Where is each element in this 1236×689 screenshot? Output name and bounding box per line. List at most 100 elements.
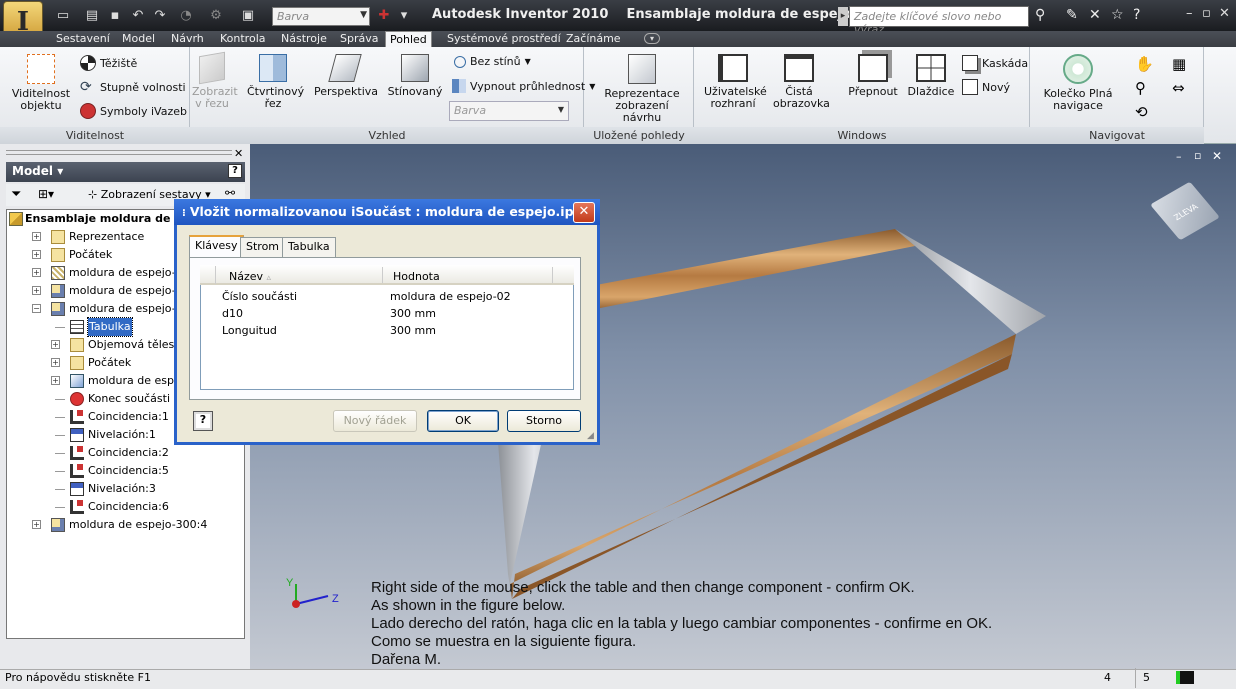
center-of-gravity-icon (80, 55, 96, 71)
perspective-button[interactable]: Perspektiva (314, 54, 378, 98)
new-row-button[interactable]: Nový řádek (333, 410, 417, 432)
viewport-restore-icon[interactable]: ▫ (1194, 149, 1201, 162)
minimize-icon[interactable]: – (1186, 6, 1193, 21)
key-value-cell[interactable]: 300 mm (390, 324, 436, 337)
object-visibility-button[interactable]: Viditelnost objektu (10, 54, 72, 112)
tab-nastroje[interactable]: Nástroje (277, 31, 331, 47)
save-icon[interactable]: ▪ (107, 8, 123, 24)
tab-systemove-prostredi[interactable]: Systémové prostředí (443, 31, 565, 47)
dialog-tab-keys[interactable]: Klávesy (189, 235, 244, 258)
expand-toggle-icon[interactable]: + (51, 340, 60, 349)
ok-button[interactable]: OK (427, 410, 499, 432)
filter-icon[interactable]: ⏷ (11, 187, 21, 202)
new-window-button[interactable]: Nový (962, 79, 1010, 95)
new-file-icon[interactable]: ▭ (55, 8, 71, 24)
key-value-cell[interactable]: moldura de espejo-02 (390, 290, 511, 303)
key-value-cell[interactable]: 300 mm (390, 307, 436, 320)
close-icon[interactable]: ✕ (1219, 6, 1230, 21)
resize-grip[interactable]: ◢ (587, 431, 594, 441)
pan-icon[interactable]: ✋ (1135, 55, 1154, 73)
wrench-icon[interactable]: ✎ (1066, 7, 1078, 23)
browser-close-icon[interactable]: ✕ (234, 147, 243, 160)
user-interface-button[interactable]: Uživatelské rozhraní (700, 54, 767, 110)
tree-item-label: Coincidencia:5 (88, 464, 169, 477)
isymbols-button[interactable]: Symboly iVazeb (80, 103, 187, 119)
expand-toggle-icon[interactable]: + (51, 358, 60, 367)
tab-sestaveni[interactable]: Sestavení (52, 31, 114, 47)
undo-icon[interactable]: ↶ (130, 8, 146, 24)
orbit-icon[interactable]: ⟲ (1135, 103, 1148, 121)
tab-kontrola[interactable]: Kontrola (216, 31, 270, 47)
shaded-button[interactable]: Stínovaný (387, 54, 443, 98)
qa-dropdown-icon[interactable]: ▾ (396, 8, 412, 24)
end-icon (70, 392, 84, 406)
no-shadows-button[interactable]: Bez stínů ▼ (454, 55, 531, 68)
appearance-color-combo[interactable]: Barva ▼ (449, 101, 569, 121)
key-name-cell[interactable]: Číslo součásti (222, 290, 297, 303)
search-expand-icon[interactable]: ▸ (838, 7, 848, 26)
tab-zaciname[interactable]: Začínáme (562, 31, 625, 47)
tab-sprava[interactable]: Správa (336, 31, 382, 47)
find-icon[interactable]: ⚯ (225, 186, 235, 200)
column-header-value[interactable]: Hodnota (393, 270, 440, 283)
degrees-of-freedom-button[interactable]: ⟳ Stupně volnosti (80, 79, 186, 95)
panel-grip[interactable] (6, 150, 232, 155)
select-icon[interactable]: ◔ (178, 8, 194, 24)
material-icon[interactable]: ▣ (240, 8, 256, 24)
expand-toggle-icon[interactable]: + (32, 520, 41, 529)
dialog-title-bar[interactable]: ⁝ Vložit normalizovanou iSoučást : moldur… (174, 199, 600, 225)
search-input[interactable]: Zadejte klíčové slovo nebo výraz. (849, 6, 1029, 36)
half-section-button[interactable]: Zobrazit v řezu (187, 51, 238, 110)
expand-toggle-icon[interactable]: − (32, 304, 41, 313)
dialog-tab-table[interactable]: Tabulka (282, 237, 336, 257)
binoculars-icon[interactable]: ⚲ (1035, 7, 1045, 23)
zoom-all-icon[interactable]: ⇔ (1172, 79, 1185, 97)
column-header-name[interactable]: Název ▵ (229, 270, 271, 283)
key-name-cell[interactable]: Longuitud (222, 324, 277, 337)
cascade-button[interactable]: Kaskáda (962, 55, 1028, 71)
cancel-button[interactable]: Storno (507, 410, 581, 432)
clean-screen-button[interactable]: Čistá obrazovka (770, 54, 830, 110)
help-icon[interactable]: ? (1133, 7, 1140, 23)
maximize-icon[interactable]: ▫ (1202, 6, 1211, 21)
cross-icon[interactable]: ✚ (376, 8, 392, 24)
expand-toggle-icon[interactable]: + (32, 286, 41, 295)
dialog-close-button[interactable]: ✕ (573, 202, 595, 223)
browser-header[interactable]: Model ▾ (6, 162, 245, 182)
annotation-line: Dařena M. (371, 651, 442, 668)
tile-button[interactable]: Dlaždice (906, 54, 956, 98)
ribbon-minimize-icon[interactable]: ▾ (644, 33, 660, 44)
transparency-button[interactable]: Vypnout průhlednost ▼ (452, 79, 595, 93)
tree-view-icon[interactable]: ⊞▾ (38, 187, 54, 201)
expand-toggle-icon[interactable]: + (32, 232, 41, 241)
zoom-icon[interactable]: ⚲ (1135, 79, 1146, 97)
tab-model[interactable]: Model (118, 31, 159, 47)
subscription-icon[interactable]: ✕ (1089, 7, 1101, 23)
favorites-icon[interactable]: ☆ (1111, 7, 1124, 23)
tab-pohled[interactable]: Pohled (385, 31, 432, 48)
switch-button[interactable]: Přepnout (846, 54, 900, 98)
tab-navrh[interactable]: Návrh (167, 31, 208, 47)
tree-item-label: Reprezentace (69, 230, 145, 243)
center-of-gravity-button[interactable]: Těžiště (80, 55, 137, 71)
color-combo[interactable]: Barva ▼ (272, 7, 370, 26)
status-divider (1135, 668, 1136, 688)
browser-help-icon[interactable]: ? (228, 164, 242, 178)
annotation-line: Right side of the mouse, click the table… (371, 579, 915, 596)
steering-wheel-button[interactable]: Kolečko Plná navigace (1038, 54, 1118, 112)
quarter-section-button[interactable]: Čtvrtinový řez (243, 54, 304, 110)
expand-toggle-icon[interactable]: + (32, 268, 41, 277)
viewport-minimize-icon[interactable]: – (1176, 150, 1182, 163)
dialog-tab-tree[interactable]: Strom (240, 237, 286, 257)
open-icon[interactable]: ▤ (84, 8, 100, 24)
design-view-button[interactable]: Reprezentace zobrazení návrhu (594, 54, 690, 124)
dialog-help-icon[interactable]: ? (193, 411, 213, 431)
expand-toggle-icon[interactable]: + (51, 376, 60, 385)
look-at-icon[interactable]: ▦ (1172, 55, 1186, 73)
viewport-close-icon[interactable]: ✕ (1212, 149, 1222, 163)
redo-icon[interactable]: ↷ (152, 8, 168, 24)
update-icon[interactable]: ⚙ (208, 8, 224, 24)
tree-connector (55, 507, 65, 508)
expand-toggle-icon[interactable]: + (32, 250, 41, 259)
key-name-cell[interactable]: d10 (222, 307, 243, 320)
